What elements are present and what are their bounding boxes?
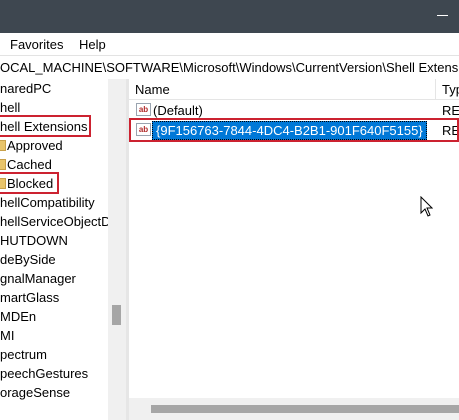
tree-scroll-thumb[interactable] — [112, 305, 121, 325]
values-list: Name Typ ab (Default) REG ab {9F156763-7… — [129, 79, 459, 420]
horizontal-scroll-thumb[interactable] — [151, 405, 459, 413]
string-value-icon: ab — [136, 103, 151, 116]
list-item-default[interactable]: ab (Default) REG — [129, 100, 459, 120]
column-separator[interactable] — [435, 79, 436, 99]
folder-icon — [0, 159, 6, 170]
value-type: REG — [442, 103, 459, 118]
value-name: (Default) — [153, 103, 203, 118]
minimize-icon[interactable] — [437, 15, 448, 16]
column-name[interactable]: Name — [135, 82, 170, 97]
highlight-box-blocked — [0, 172, 59, 194]
address-path: OCAL_MACHINE\SOFTWARE\Microsoft\Windows\… — [0, 60, 459, 75]
tree-scrollbar[interactable] — [108, 79, 126, 420]
menu-help[interactable]: Help — [79, 37, 106, 52]
menu-favorites[interactable]: Favorites — [10, 37, 63, 52]
highlight-box-guid — [129, 118, 459, 142]
menu-bar: Favorites Help — [0, 33, 459, 55]
highlight-box-shell-extensions — [0, 115, 91, 137]
column-header: Name Typ — [129, 79, 459, 100]
folder-icon — [0, 140, 6, 151]
address-bar[interactable]: OCAL_MACHINE\SOFTWARE\Microsoft\Windows\… — [0, 55, 459, 80]
horizontal-scrollbar[interactable] — [129, 398, 459, 420]
column-type[interactable]: Typ — [442, 82, 459, 97]
title-bar — [0, 0, 459, 33]
mouse-cursor-icon — [420, 196, 433, 217]
